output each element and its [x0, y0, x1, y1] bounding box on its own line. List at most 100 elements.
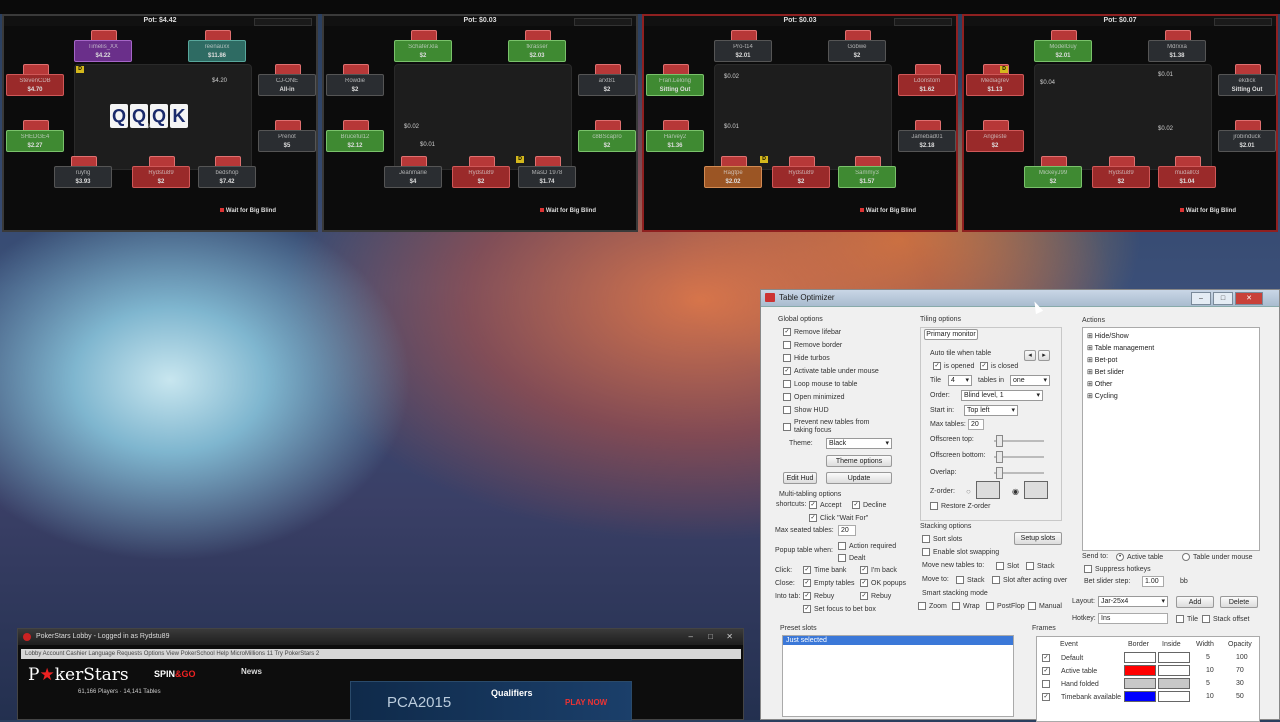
wait-for-big-blind[interactable]: Wait for Big Blind [860, 208, 916, 214]
frame-width[interactable]: 5 [1206, 680, 1210, 687]
window-controls[interactable] [254, 18, 312, 26]
preset-slots-list[interactable]: Just selected [782, 635, 1014, 717]
hotkey-input[interactable]: Ins [1098, 613, 1168, 624]
slot-checkbox[interactable]: Slot [996, 562, 1019, 570]
start-select[interactable]: Top left [964, 405, 1018, 416]
accept-checkbox[interactable]: ✓ Accept [809, 501, 841, 509]
frame-width[interactable]: 10 [1206, 667, 1214, 674]
player-seat[interactable]: SHEDGE4 $2.27 [6, 130, 64, 152]
lobby-maximize-icon[interactable]: □ [708, 632, 713, 641]
player-seat[interactable]: Mdrxxa $1.38 [1148, 40, 1206, 62]
max-tables-input[interactable]: 20 [968, 419, 984, 430]
global-option-checkbox[interactable]: ✓ Remove lifebar [783, 328, 841, 336]
lobby-titlebar[interactable]: PokerStars Lobby - Logged in as Rydstu89… [18, 629, 743, 645]
optimizer-titlebar[interactable]: Table Optimizer – □ ✕ [761, 290, 1279, 307]
stack-offset-checkbox[interactable]: Stack offset [1202, 615, 1249, 623]
max-seated-input[interactable]: 20 [838, 525, 856, 536]
wrap-checkbox[interactable]: Wrap [952, 602, 980, 610]
window-controls[interactable] [1214, 18, 1272, 26]
global-option-checkbox[interactable]: Loop mouse to table [783, 380, 857, 388]
set-focus-checkbox[interactable]: ✓ Set focus to bet box [803, 605, 876, 613]
global-option-checkbox[interactable]: ✓ Activate table under mouse [783, 367, 879, 375]
poker-table-4[interactable]: Pot: $0.07 ModelGuy $2.01 Mdrxxa $1.38 Mediag… [962, 14, 1278, 232]
global-option-checkbox[interactable]: Hide turbos [783, 354, 830, 362]
action-tree-item[interactable]: ⊞ Other [1087, 380, 1259, 388]
player-seat[interactable]: Mediagrev $1.13 [966, 74, 1024, 96]
checkbox-box[interactable] [783, 406, 791, 414]
rebuy-checkbox[interactable]: ✓ Rebuy [803, 592, 834, 600]
arrow-right-icon[interactable]: ▸ [1038, 350, 1050, 361]
frame-opacity[interactable]: 100 [1236, 654, 1248, 661]
global-option-checkbox[interactable]: Open minimized [783, 393, 845, 401]
player-seat[interactable]: MasD 1978 $1.74 [518, 166, 576, 188]
player-seat[interactable]: Prenot $5 [258, 130, 316, 152]
bet-slider-step-input[interactable]: 1.00 [1142, 576, 1164, 587]
order-select[interactable]: Blind level, 1 [961, 390, 1043, 401]
maximize-icon[interactable]: □ [1213, 292, 1233, 305]
wait-for-big-blind[interactable]: Wait for Big Blind [220, 208, 276, 214]
actions-tree[interactable]: ⊞ Hide/Show ⊞ Table management ⊞ Bet-pot ⊞ … [1082, 327, 1260, 551]
checkbox-box[interactable] [783, 423, 791, 431]
player-seat[interactable]: CJ-ONE All-in [258, 74, 316, 96]
action-tree-item[interactable]: ⊞ Table management [1087, 344, 1259, 352]
frame-width[interactable]: 5 [1206, 654, 1210, 661]
pca-banner[interactable]: PCA2015 Qualifiers PLAY NOW [350, 681, 632, 721]
tab-primary-monitor[interactable]: Primary monitor [924, 329, 978, 340]
overlap-thumb[interactable] [996, 467, 1003, 479]
restore-zorder-checkbox[interactable]: Restore Z-order [930, 502, 990, 510]
player-seat[interactable]: jrobinduck $2.01 [1218, 130, 1276, 152]
action-tree-item[interactable]: ⊞ Hide/Show [1087, 332, 1259, 340]
rebuy2-checkbox[interactable]: ✓ Rebuy [860, 592, 891, 600]
ok-popups-checkbox[interactable]: ✓ OK popups [860, 579, 906, 587]
lobby-close-icon[interactable]: ✕ [726, 632, 733, 641]
player-seat[interactable]: mudall03 $1.04 [1158, 166, 1216, 188]
update-button[interactable]: Update [826, 472, 892, 484]
delete-layout-button[interactable]: Delete [1220, 596, 1258, 608]
add-layout-button[interactable]: Add [1176, 596, 1214, 608]
player-seat[interactable]: Timelis_XX $4.22 [74, 40, 132, 62]
frame-opacity[interactable]: 50 [1236, 693, 1244, 700]
frame-opacity[interactable]: 70 [1236, 667, 1244, 674]
suppress-hotkeys-checkbox[interactable]: Suppress hotkeys [1084, 565, 1151, 573]
offscreen-bottom-thumb[interactable] [996, 451, 1003, 463]
setup-slots-button[interactable]: Setup slots [1014, 532, 1062, 545]
frame-row[interactable]: Hand folded [1042, 680, 1099, 688]
close-icon[interactable]: ✕ [1235, 292, 1263, 305]
theme-select[interactable]: Black [826, 438, 892, 449]
inside-color-swatch[interactable] [1158, 652, 1190, 663]
zoom-checkbox[interactable]: Zoom [918, 602, 947, 610]
lobby-minimize-icon[interactable]: – [689, 632, 693, 641]
global-option-checkbox[interactable]: Show HUD [783, 406, 829, 414]
time-bank-checkbox[interactable]: ✓ Time bank [803, 566, 846, 574]
poker-table-2[interactable]: Pot: $0.03 Schafer.kla $2 fkrasser $2.03 Rowd… [322, 14, 638, 232]
player-seat[interactable]: Rydstu89 $2 [132, 166, 190, 188]
action-required-checkbox[interactable]: Action required [838, 542, 896, 550]
global-option-checkbox[interactable]: Remove border [783, 341, 842, 349]
frame-width[interactable]: 10 [1206, 693, 1214, 700]
checkbox-box[interactable]: ✓ [783, 367, 791, 375]
player-seat[interactable]: reenauxx $11.86 [188, 40, 246, 62]
frame-checkbox[interactable]: ✓ [1042, 693, 1050, 701]
player-seat[interactable]: Ragtpe $2.02 [704, 166, 762, 188]
layout-select[interactable]: Jar-25x4 [1098, 596, 1168, 607]
action-tree-item[interactable]: ⊞ Cycling [1087, 392, 1259, 400]
stack2-checkbox[interactable]: Stack [956, 576, 985, 584]
player-seat[interactable]: ekdick Sitting Out [1218, 74, 1276, 96]
border-color-swatch[interactable] [1124, 652, 1156, 663]
action-tree-item[interactable]: ⊞ Bet slider [1087, 368, 1259, 376]
checkbox-box[interactable] [783, 341, 791, 349]
preset-item-selected[interactable]: Just selected [783, 636, 1013, 645]
player-seat[interactable]: Fran.Lelong Sitting Out [646, 74, 704, 96]
manual-checkbox[interactable]: Manual [1028, 602, 1062, 610]
player-seat[interactable]: arxt81 $2 [578, 74, 636, 96]
offscreen-top-thumb[interactable] [996, 435, 1003, 447]
border-color-swatch[interactable] [1124, 691, 1156, 702]
player-seat[interactable]: Rydstu89 $2 [452, 166, 510, 188]
player-seat[interactable]: c8BScapro $2 [578, 130, 636, 152]
player-seat[interactable]: MickeyJ99 $2 [1024, 166, 1082, 188]
minimize-icon[interactable]: – [1191, 292, 1211, 305]
arrow-left-icon[interactable]: ◂ [1024, 350, 1036, 361]
action-tree-item[interactable]: ⊞ Bet-pot [1087, 356, 1259, 364]
lobby-menu-bar[interactable]: Lobby Account Cashier Language Requests … [21, 649, 741, 659]
checkbox-box[interactable] [783, 380, 791, 388]
